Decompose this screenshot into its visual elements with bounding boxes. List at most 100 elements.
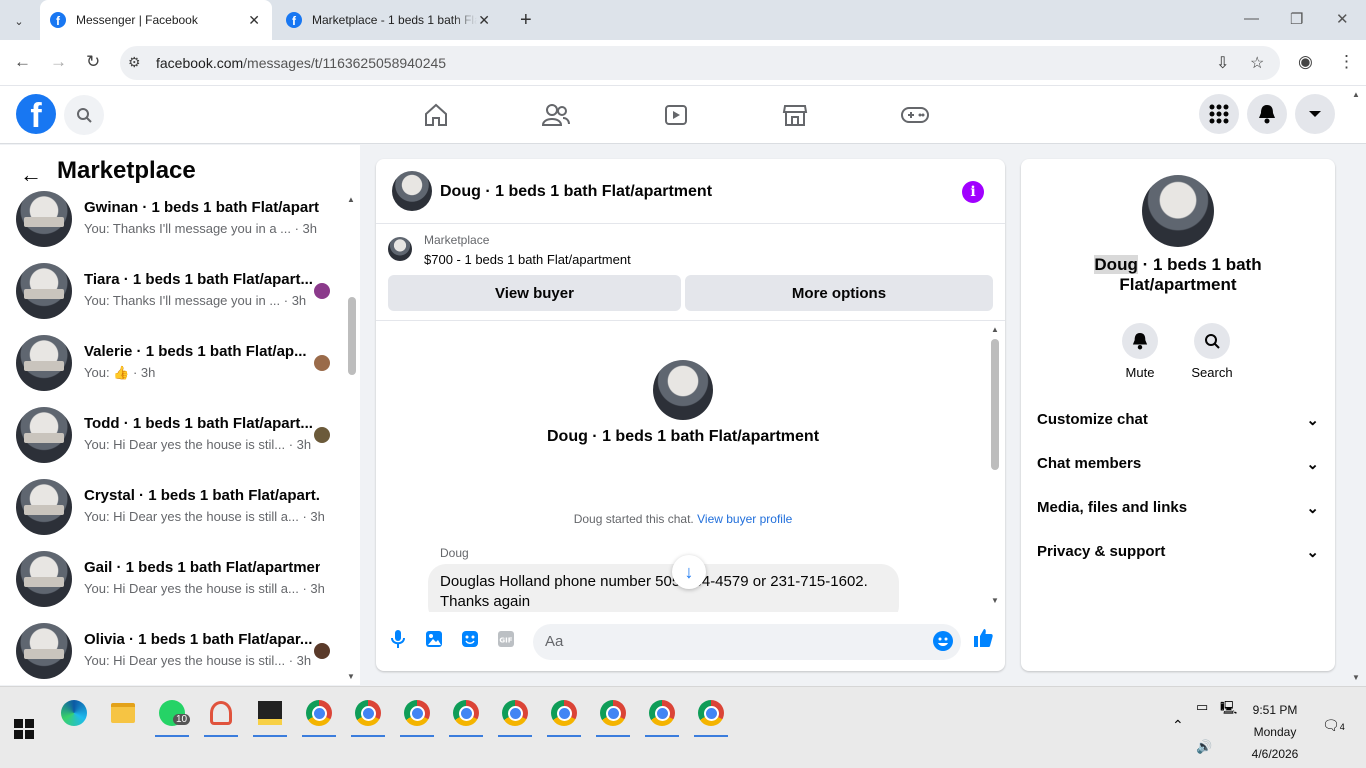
info-icon[interactable]: i	[962, 181, 984, 203]
listing-thumbnail[interactable]	[388, 237, 412, 261]
conversation-item[interactable]: Olivia · 1 beds 1 bath Flat/apar... You:…	[16, 623, 346, 695]
scroll-to-bottom-icon[interactable]: ↓	[672, 555, 706, 589]
tab-messenger[interactable]: f Messenger | Facebook ✕	[40, 0, 272, 40]
notification-center-icon[interactable]: 🗨4	[1322, 717, 1345, 734]
url-bar[interactable]: ⚙ facebook.com/messages/t/11636250589402…	[120, 46, 1280, 80]
facebook-logo-icon[interactable]: f	[16, 94, 56, 134]
listing-thumbnail	[16, 407, 72, 463]
conversation-item[interactable]: Todd · 1 beds 1 bath Flat/apart... You: …	[16, 407, 346, 479]
listing-thumbnail	[16, 551, 72, 607]
snipping-tool-icon[interactable]	[202, 693, 240, 737]
show-hidden-icons-icon[interactable]: ⌃	[1172, 717, 1184, 734]
account-dropdown-icon[interactable]	[1295, 94, 1335, 134]
sticky-notes-icon[interactable]	[251, 693, 289, 737]
apps-menu-icon[interactable]	[1199, 94, 1239, 134]
network-icon[interactable]: 🖳	[1220, 699, 1237, 721]
close-tab-icon[interactable]: ✕	[248, 12, 260, 29]
site-info-icon[interactable]: ⚙	[128, 54, 141, 71]
scroll-down-arrow-icon[interactable]: ▼	[347, 672, 355, 681]
attach-photo-icon[interactable]	[424, 629, 444, 649]
back-icon[interactable]: ←	[14, 52, 31, 72]
home-icon[interactable]	[421, 100, 451, 130]
message-input[interactable]: Aa	[533, 624, 961, 660]
edge-icon[interactable]	[55, 693, 93, 733]
menu-kebab-icon[interactable]: ⋮	[1338, 52, 1355, 72]
like-thumbs-up-icon[interactable]	[972, 627, 994, 649]
back-arrow-icon[interactable]: ←	[20, 162, 42, 188]
chat-avatar[interactable]	[392, 171, 432, 211]
profile-avatar[interactable]	[1142, 175, 1214, 247]
privacy-support-section[interactable]: Privacy & support ⌄	[1037, 543, 1319, 561]
search-button[interactable]: Search	[1182, 323, 1242, 380]
more-options-button[interactable]: More options	[685, 275, 993, 311]
restore-icon[interactable]: ❐	[1290, 10, 1303, 28]
chat-members-section[interactable]: Chat members ⌄	[1037, 455, 1319, 473]
profile-avatar[interactable]	[653, 360, 713, 420]
message-thread: Doug · 1 beds 1 bath Flat/apartment Doug…	[376, 322, 1005, 612]
media-files-links-section[interactable]: Media, files and links ⌄	[1037, 499, 1319, 517]
conversation-item[interactable]: Crystal · 1 beds 1 bath Flat/apart... Yo…	[16, 479, 346, 551]
reload-icon[interactable]: ↻	[86, 52, 100, 72]
chrome-profile-icon[interactable]	[643, 693, 681, 737]
watch-video-icon[interactable]	[661, 100, 691, 130]
system-clock[interactable]: 9:51 PM Monday 4/6/2026	[1240, 699, 1310, 765]
gif-icon[interactable]: GIF	[496, 629, 516, 649]
chrome-profile-icon[interactable]	[349, 693, 387, 737]
page-scroll-up-arrow-icon[interactable]: ▲	[1352, 90, 1360, 99]
friends-icon[interactable]	[541, 100, 571, 130]
conversation-item[interactable]: Tiara · 1 beds 1 bath Flat/apart... You:…	[16, 263, 346, 335]
tab-marketplace[interactable]: f Marketplace - 1 beds 1 bath Flat ✕	[280, 0, 502, 40]
profile-name: Doug · 1 beds 1 bath Flat/apartment	[1094, 255, 1262, 294]
whatsapp-icon[interactable]: 10	[153, 693, 191, 737]
page-scroll-down-arrow-icon[interactable]: ▼	[1352, 673, 1360, 682]
chat-title[interactable]: Doug · 1 beds 1 bath Flat/apartment	[440, 183, 712, 201]
conversation-item[interactable]: Gwinan · 1 beds 1 bath Flat/apart... You…	[16, 191, 346, 263]
sticker-icon[interactable]	[460, 629, 480, 649]
emoji-icon[interactable]	[933, 631, 953, 651]
chat-started-notice: Doug started this chat. View buyer profi…	[573, 512, 793, 526]
chevron-down-icon: ⌄	[1306, 500, 1319, 517]
scroll-up-arrow-icon[interactable]: ▲	[991, 325, 999, 334]
minimize-icon[interactable]: —	[1244, 10, 1259, 27]
battery-icon[interactable]: ▭	[1196, 699, 1208, 715]
close-tab-icon[interactable]: ✕	[478, 12, 490, 29]
chrome-profile-icon[interactable]	[692, 693, 730, 737]
thread-scrollbar[interactable]	[991, 339, 999, 470]
list-scrollbar[interactable]	[348, 297, 356, 375]
profile-icon[interactable]: ◉	[1298, 52, 1313, 72]
view-buyer-profile-link[interactable]: View buyer profile	[697, 512, 792, 526]
tab-search-icon[interactable]: ⌄	[8, 10, 30, 32]
forward-icon[interactable]: →	[50, 52, 67, 72]
listing-price-title[interactable]: $700 - 1 beds 1 bath Flat/apartment	[424, 252, 631, 267]
chrome-profile-icon[interactable]	[398, 693, 436, 737]
notifications-bell-icon[interactable]	[1247, 94, 1287, 134]
new-tab-button[interactable]: +	[520, 9, 532, 32]
view-buyer-button[interactable]: View buyer	[388, 275, 681, 311]
windows-start-icon[interactable]	[14, 719, 34, 739]
scroll-down-arrow-icon[interactable]: ▼	[991, 596, 999, 605]
microphone-icon[interactable]	[388, 629, 408, 649]
chrome-profile-icon[interactable]	[300, 693, 338, 737]
chrome-profile-icon[interactable]	[545, 693, 583, 737]
url-text[interactable]: facebook.com/messages/t/1163625058940245	[156, 55, 446, 71]
chrome-profile-icon[interactable]	[496, 693, 534, 737]
conversation-item[interactable]: Gail · 1 beds 1 bath Flat/apartment You:…	[16, 551, 346, 623]
message-bubble[interactable]: Douglas Holland phone number 505-234-457…	[428, 564, 899, 612]
customize-chat-section[interactable]: Customize chat ⌄	[1037, 411, 1319, 429]
gaming-icon[interactable]	[900, 100, 930, 130]
install-app-icon[interactable]: ⇩	[1216, 53, 1229, 73]
bookmark-star-icon[interactable]: ☆	[1250, 53, 1264, 73]
chrome-profile-icon[interactable]	[447, 693, 485, 737]
listing-thumbnail	[16, 335, 72, 391]
search-icon[interactable]	[64, 95, 104, 135]
tab-title: Messenger | Facebook	[76, 13, 198, 27]
listing-thumbnail	[16, 479, 72, 535]
file-explorer-icon[interactable]	[104, 693, 142, 733]
volume-icon[interactable]: 🔊	[1196, 739, 1212, 755]
marketplace-icon[interactable]	[780, 100, 810, 130]
chrome-profile-icon[interactable]	[594, 693, 632, 737]
scroll-up-arrow-icon[interactable]: ▲	[347, 195, 355, 204]
conversation-item[interactable]: Valerie · 1 beds 1 bath Flat/ap... You: …	[16, 335, 346, 407]
mute-button[interactable]: Mute	[1110, 323, 1170, 380]
close-window-icon[interactable]: ✕	[1336, 10, 1349, 28]
